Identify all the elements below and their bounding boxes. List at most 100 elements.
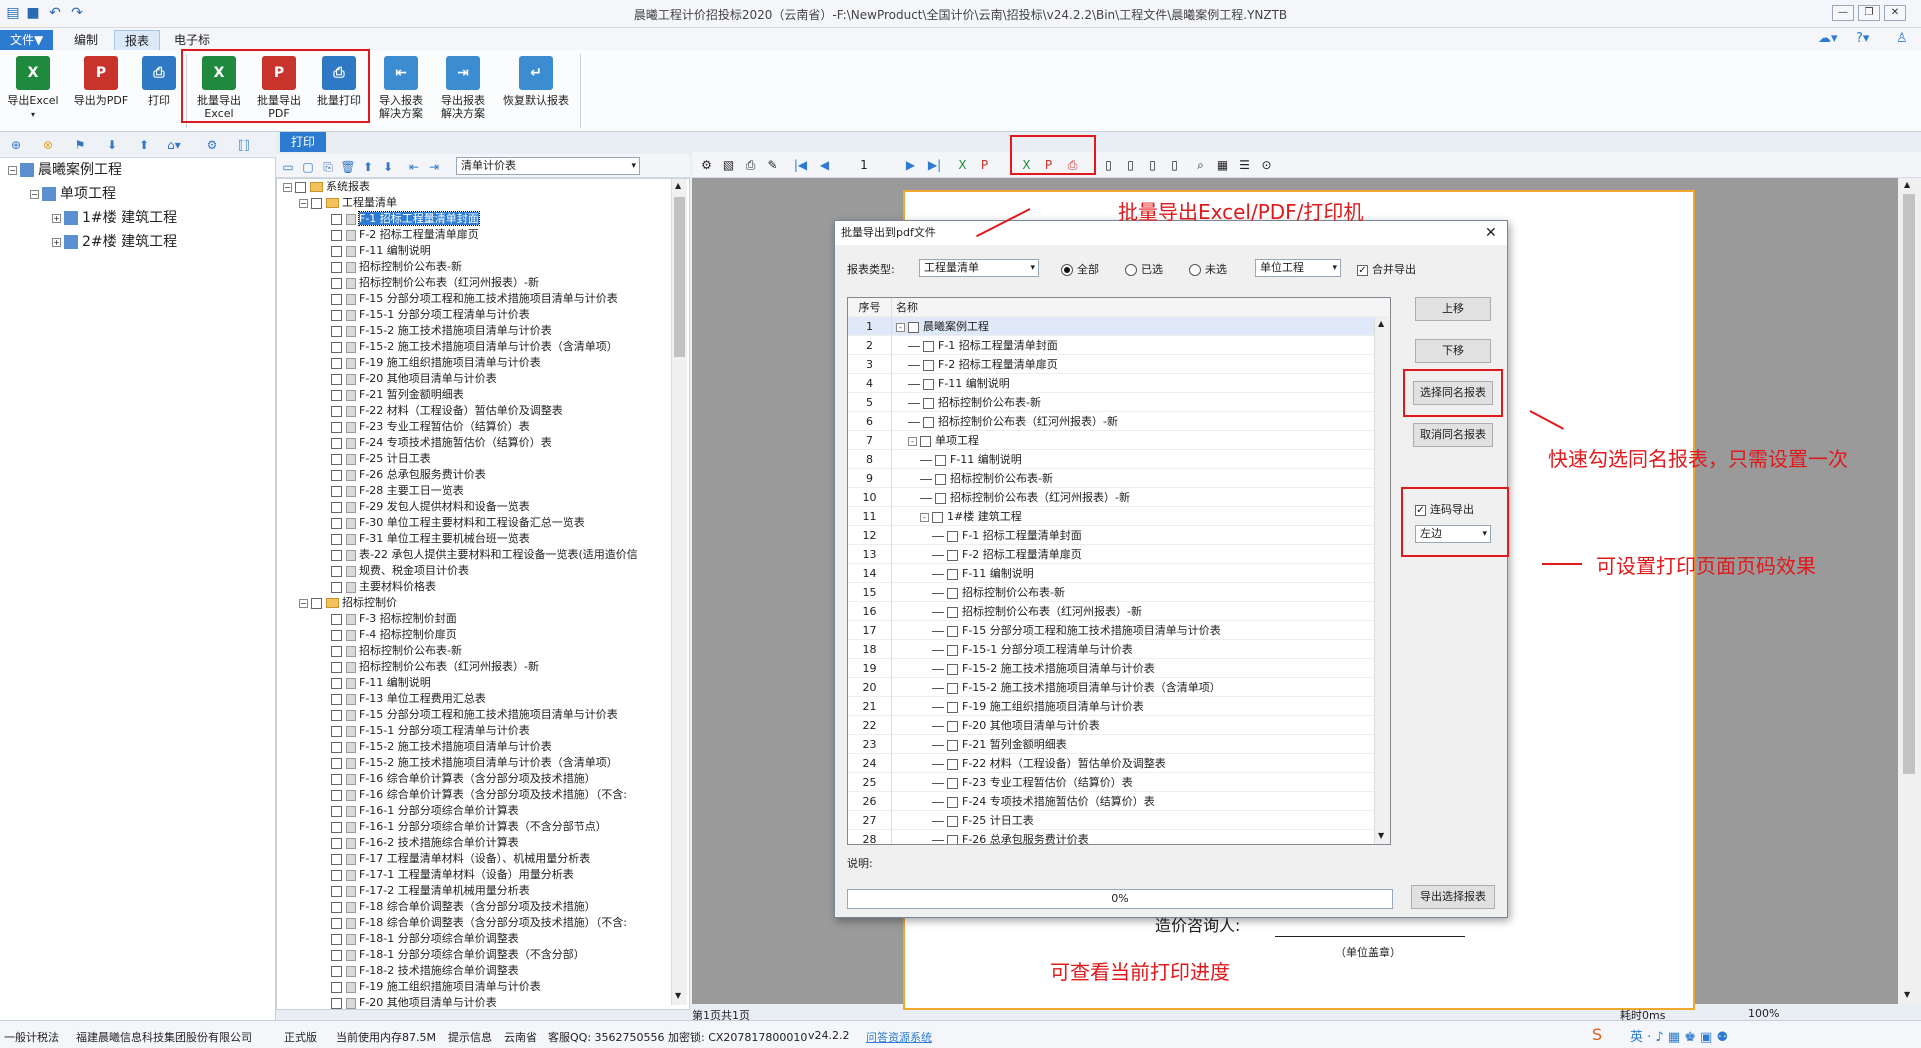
- last-page-icon[interactable]: ▶|: [926, 157, 943, 173]
- checkbox[interactable]: [331, 293, 342, 305]
- ime-icon[interactable]: S: [1592, 1025, 1602, 1044]
- trash-icon[interactable]: 🗑: [340, 159, 356, 175]
- checkbox[interactable]: [331, 581, 342, 593]
- checkbox[interactable]: [331, 757, 342, 769]
- report-folder[interactable]: − 系统报表: [279, 179, 667, 195]
- scope-select[interactable]: 单位工程 ▾: [1255, 259, 1341, 277]
- report-item[interactable]: F-15-1 分部分项工程清单与计价表: [279, 307, 667, 323]
- checkbox[interactable]: [331, 565, 342, 577]
- project-tree-node[interactable]: +1#楼 建筑工程: [0, 206, 275, 230]
- minimize-button[interactable]: —: [1832, 5, 1854, 21]
- grid-row[interactable]: 19 F-15-2 施工技术措施项目清单与计价表: [848, 659, 1390, 678]
- cancel-same-name-button[interactable]: 取消同名报表: [1413, 423, 1493, 447]
- radio-selected[interactable]: 已选: [1125, 261, 1163, 277]
- export-icon[interactable]: ⇥: [426, 159, 442, 175]
- report-item[interactable]: 招标控制价公布表（红河州报表）-新: [279, 659, 667, 675]
- checkbox[interactable]: [923, 378, 934, 390]
- checkbox[interactable]: [331, 837, 342, 849]
- scrollbar-thumb[interactable]: [1903, 194, 1915, 774]
- report-folder[interactable]: − 招标控制价: [279, 595, 667, 611]
- image-icon[interactable]: ▧: [720, 157, 737, 173]
- report-item[interactable]: F-18-1 分部分项综合单价调整表: [279, 931, 667, 947]
- report-item[interactable]: F-11 编制说明: [279, 675, 667, 691]
- report-item[interactable]: F-18 综合单价调整表（含分部分项及技术措施）: [279, 899, 667, 915]
- report-item[interactable]: 招标控制价公布表（红河州报表）-新: [279, 275, 667, 291]
- checkbox[interactable]: [311, 197, 322, 209]
- report-item[interactable]: 表-22 承包人提供主要材料和工程设备一览表(适用造价信: [279, 547, 667, 563]
- report-type-select[interactable]: 工程量清单 ▾: [919, 259, 1039, 277]
- cloud-icon[interactable]: ☁▾: [1818, 31, 1838, 46]
- report-item[interactable]: F-25 计日工表: [279, 451, 667, 467]
- checkbox[interactable]: [331, 245, 342, 257]
- grid-row[interactable]: 1- 晨曦案例工程: [848, 317, 1390, 336]
- checkbox[interactable]: [947, 606, 958, 618]
- checkbox[interactable]: [331, 389, 342, 401]
- grid-row[interactable]: 3 F-2 招标工程量清单扉页: [848, 355, 1390, 374]
- report-item[interactable]: 招标控制价公布表-新: [279, 643, 667, 659]
- settings-icon[interactable]: ⚙: [698, 157, 715, 173]
- batch-printer-icon[interactable]: ⎙: [1064, 157, 1081, 173]
- grid-row[interactable]: 17 F-15 分部分项工程和施工技术措施项目清单与计价表: [848, 621, 1390, 640]
- preview-scrollbar[interactable]: ▲ ▼: [1898, 178, 1921, 1004]
- prev-page-icon[interactable]: ◀: [816, 157, 833, 173]
- report-item[interactable]: F-18 综合单价调整表（含分部分项及技术措施）（不含:: [279, 915, 667, 931]
- edit-icon[interactable]: ✎: [764, 157, 781, 173]
- grid-row[interactable]: 26 F-24 专项技术措施暂估价（结算价）表: [848, 792, 1390, 811]
- report-item[interactable]: 规费、税金项目计价表: [279, 563, 667, 579]
- arrow-up-icon[interactable]: ⬆: [136, 137, 152, 153]
- ime-toolbar-icons[interactable]: 英 · ♪ ▦ ♚ ▣ ⚉: [1630, 1026, 1728, 1045]
- flag-icon[interactable]: ⚑: [72, 137, 88, 153]
- report-item[interactable]: F-30 单位工程主要材料和工程设备汇总一览表: [279, 515, 667, 531]
- checkbox[interactable]: [947, 549, 958, 561]
- grid-row[interactable]: 14 F-11 编制说明: [848, 564, 1390, 583]
- menu-file[interactable]: 文件▼: [0, 30, 54, 50]
- page-copy-icon[interactable]: ▯: [1144, 157, 1161, 173]
- project-tree-node[interactable]: − 单项工程: [0, 182, 275, 206]
- report-item[interactable]: F-15-2 施工技术措施项目清单与计价表: [279, 739, 667, 755]
- scroll-up-icon[interactable]: ▲: [1378, 319, 1384, 328]
- checkbox[interactable]: [331, 549, 342, 561]
- grid-row[interactable]: 23 F-21 暂列金额明细表: [848, 735, 1390, 754]
- scroll-up-icon[interactable]: ▲: [1904, 180, 1910, 189]
- report-item[interactable]: F-24 专项技术措施暂估价（结算价）表: [279, 435, 667, 451]
- grid-row[interactable]: 13 F-2 招标工程量清单扉页: [848, 545, 1390, 564]
- checkbox[interactable]: [331, 373, 342, 385]
- report-item[interactable]: F-16-1 分部分项综合单价计算表: [279, 803, 667, 819]
- checkbox[interactable]: [947, 587, 958, 599]
- copy-icon[interactable]: ⎘: [320, 159, 336, 175]
- expand-icon[interactable]: -: [920, 512, 929, 522]
- checkbox[interactable]: [331, 453, 342, 465]
- checkbox[interactable]: [947, 720, 958, 732]
- move-up-button[interactable]: 上移: [1415, 297, 1491, 321]
- report-item[interactable]: F-18-1 分部分项综合单价调整表（不含分部）: [279, 947, 667, 963]
- batch-export-excel-button[interactable]: X 批量导出 Excel: [190, 54, 248, 128]
- project-tree-node[interactable]: − 晨曦案例工程: [0, 158, 275, 182]
- report-tree-scrollbar[interactable]: ▲ ▼: [671, 179, 687, 1005]
- checkbox[interactable]: [331, 949, 342, 961]
- checkbox[interactable]: [331, 277, 342, 289]
- first-page-icon[interactable]: |◀: [792, 157, 809, 173]
- grid-row[interactable]: 10 招标控制价公布表（红河州报表）-新: [848, 488, 1390, 507]
- grid-row[interactable]: 6 招标控制价公布表（红河州报表）-新: [848, 412, 1390, 431]
- checkbox[interactable]: [331, 821, 342, 833]
- report-item[interactable]: F-16-1 分部分项综合单价计算表（不含分部节点）: [279, 819, 667, 835]
- report-item[interactable]: F-15-2 施工技术措施项目清单与计价表: [279, 323, 667, 339]
- report-item[interactable]: F-2 招标工程量清单扉页: [279, 227, 667, 243]
- checkbox[interactable]: [331, 789, 342, 801]
- checkbox[interactable]: [331, 773, 342, 785]
- grid-row[interactable]: 15 招标控制价公布表-新: [848, 583, 1390, 602]
- grid-row[interactable]: 9 招标控制价公布表-新: [848, 469, 1390, 488]
- restore-default-button[interactable]: ↵ 恢复默认报表: [496, 54, 576, 128]
- checkbox[interactable]: [331, 677, 342, 689]
- report-item[interactable]: F-31 单位工程主要机械台班一览表: [279, 531, 667, 547]
- report-item[interactable]: F-16-2 技术措施综合单价计算表: [279, 835, 667, 851]
- report-item[interactable]: F-19 施工组织措施项目清单与计价表: [279, 355, 667, 371]
- batch-print-button[interactable]: ⎙ 批量打印: [310, 54, 368, 128]
- report-item[interactable]: F-22 材料（工程设备）暂估单价及调整表: [279, 403, 667, 419]
- folder-icon[interactable]: ▭: [280, 159, 296, 175]
- checkbox[interactable]: [932, 511, 943, 523]
- checkbox[interactable]: [331, 501, 342, 513]
- report-item[interactable]: F-16 综合单价计算表（含分部分项及技术措施）（不含:: [279, 787, 667, 803]
- scroll-down-icon[interactable]: ▼: [1904, 990, 1910, 999]
- grid-row[interactable]: 22 F-20 其他项目清单与计价表: [848, 716, 1390, 735]
